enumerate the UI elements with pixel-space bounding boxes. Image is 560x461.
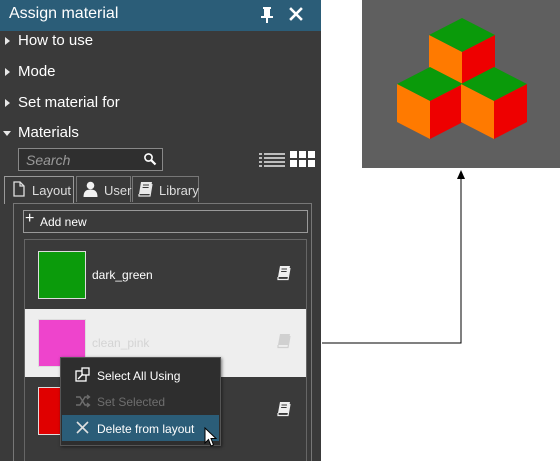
panel-titlebar: Assign material: [0, 0, 321, 31]
select-all-icon: [75, 367, 90, 382]
material-preview-viewport: [362, 0, 560, 168]
material-name: dark_green: [92, 268, 153, 282]
library-book-icon[interactable]: [277, 333, 291, 349]
section-how-to-use[interactable]: How to use: [0, 29, 321, 55]
search-input[interactable]: [19, 149, 137, 170]
add-new-label: Add new: [40, 215, 87, 229]
menu-item-delete-from-layout[interactable]: Delete from layout: [62, 415, 219, 441]
view-list-icon[interactable]: [259, 152, 285, 168]
shuffle-icon: [76, 394, 91, 408]
material-swatch: [38, 251, 86, 299]
cubes-preview-image: [397, 18, 527, 139]
section-label: Materials: [18, 124, 79, 141]
menu-item-label: Set Selected: [97, 395, 166, 409]
close-icon[interactable]: [289, 7, 303, 21]
tab-user[interactable]: User: [76, 176, 131, 202]
expand-arrow-icon: [5, 68, 10, 76]
menu-item-select-all-using[interactable]: Select All Using: [62, 362, 219, 388]
expand-arrow-icon: [5, 37, 10, 45]
section-label: How to use: [18, 32, 94, 49]
user-icon: [83, 181, 98, 197]
tab-label: Library: [159, 183, 199, 198]
library-book-icon[interactable]: [277, 401, 291, 417]
search-icon[interactable]: [143, 152, 157, 166]
library-book-icon[interactable]: [277, 265, 291, 281]
material-name: clean_pink: [92, 336, 150, 350]
menu-item-set-selected[interactable]: Set Selected: [62, 388, 219, 414]
tab-layout[interactable]: Layout: [4, 176, 74, 204]
document-icon: [13, 181, 25, 197]
tab-library[interactable]: Library: [132, 176, 199, 202]
assign-material-panel: Assign material How to use Mode Set mate…: [0, 0, 321, 461]
view-grid-icon[interactable]: [290, 150, 316, 168]
expand-arrow-icon: [5, 99, 10, 107]
delete-icon: [76, 421, 89, 434]
menu-item-label: Delete from layout: [97, 422, 195, 436]
section-mode[interactable]: Mode: [0, 60, 321, 86]
panel-title: Assign material: [9, 5, 119, 22]
book-icon: [138, 182, 153, 197]
mouse-cursor-icon: [204, 427, 218, 447]
collapse-arrow-icon: [3, 131, 11, 136]
section-set-material-for[interactable]: Set material for: [0, 91, 321, 117]
section-label: Set material for: [18, 94, 120, 111]
search-box: [18, 148, 163, 171]
context-menu: Select All Using Set Selected Delete fro…: [60, 357, 221, 446]
tab-label: User: [104, 183, 132, 198]
section-label: Mode: [18, 63, 56, 80]
pin-icon[interactable]: [259, 6, 275, 24]
section-materials[interactable]: Materials: [0, 121, 321, 147]
material-item[interactable]: dark_green: [25, 241, 306, 309]
add-new-button[interactable]: + Add new: [23, 210, 308, 233]
tab-label: Layout: [32, 183, 72, 198]
menu-item-label: Select All Using: [97, 369, 181, 383]
plus-icon: +: [25, 210, 35, 227]
